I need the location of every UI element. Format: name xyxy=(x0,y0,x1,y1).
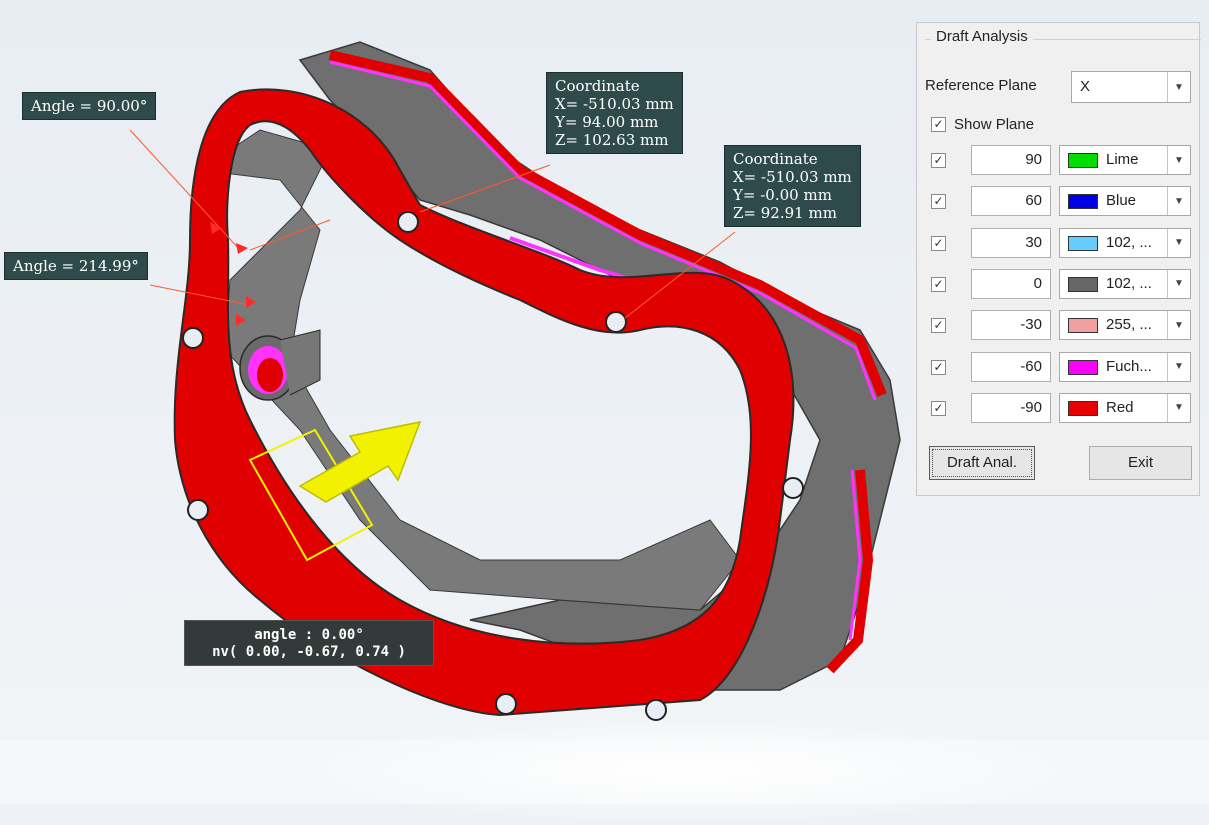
angle-callout-top: Angle = 90.00° xyxy=(22,92,157,120)
color-swatch xyxy=(1068,359,1098,375)
row-checkbox[interactable]: ✓ xyxy=(931,359,946,375)
color-swatch xyxy=(1068,235,1098,251)
angle-callout-left: Angle = 214.99° xyxy=(4,252,148,280)
angle-callout-top-text: Angle = 90.00° xyxy=(31,97,148,115)
coordinate-1-title: Coordinate xyxy=(555,77,640,95)
row-checkbox[interactable]: ✓ xyxy=(931,194,946,210)
angle-info-label: angle : 0.00° nv( 0.00, -0.67, 0.74 ) xyxy=(184,620,434,666)
row-checkbox[interactable]: ✓ xyxy=(931,318,946,334)
chevron-down-icon[interactable]: ▼ xyxy=(1167,311,1190,340)
color-swatch xyxy=(1068,400,1098,416)
draft-angle-input[interactable]: -90 xyxy=(971,392,1051,423)
row-checkbox[interactable]: ✓ xyxy=(931,235,946,251)
angle-info-line2: nv( 0.00, -0.67, 0.74 ) xyxy=(212,644,406,660)
color-select[interactable]: 102, ... ▼ xyxy=(1059,227,1191,258)
draft-angle-input[interactable]: 90 xyxy=(971,145,1051,175)
chevron-down-icon[interactable]: ▼ xyxy=(1167,146,1190,174)
angle-info-line1: angle : 0.00° xyxy=(254,627,364,643)
chevron-down-icon[interactable]: ▼ xyxy=(1167,72,1190,102)
draft-angle-input[interactable]: 60 xyxy=(971,186,1051,217)
color-swatch xyxy=(1068,153,1098,168)
chevron-down-icon[interactable]: ▼ xyxy=(1167,393,1190,422)
reference-plane-label: Reference Plane xyxy=(925,77,1037,94)
angle-callout-left-text: Angle = 214.99° xyxy=(13,257,139,275)
chevron-down-icon[interactable]: ▼ xyxy=(1167,228,1190,257)
color-select[interactable]: Lime ▼ xyxy=(1059,145,1191,175)
show-plane-checkbox[interactable]: ✓ xyxy=(931,117,946,132)
draft-analysis-button[interactable]: Draft Anal. xyxy=(929,446,1035,480)
row-checkbox[interactable]: ✓ xyxy=(931,153,946,168)
row-checkbox[interactable]: ✓ xyxy=(931,276,946,292)
color-swatch xyxy=(1068,194,1098,210)
coordinate-1-x: X= -510.03 mm xyxy=(555,95,674,113)
coordinate-2-y: Y= -0.00 mm xyxy=(733,186,832,204)
chevron-down-icon[interactable]: ▼ xyxy=(1167,352,1190,381)
coordinate-2-title: Coordinate xyxy=(733,150,818,168)
reference-plane-select[interactable]: X ▼ xyxy=(1071,71,1191,103)
color-name: 102, ... xyxy=(1106,274,1152,292)
draft-angle-input[interactable]: 0 xyxy=(971,268,1051,299)
coordinate-callout-1: Coordinate X= -510.03 mm Y= 94.00 mm Z= … xyxy=(546,72,683,154)
row-checkbox[interactable]: ✓ xyxy=(931,400,946,416)
color-select[interactable]: 255, ... ▼ xyxy=(1059,310,1191,341)
coordinate-1-z: Z= 102.63 mm xyxy=(555,131,669,149)
color-swatch xyxy=(1068,318,1098,334)
color-select[interactable]: Blue ▼ xyxy=(1059,186,1191,217)
color-name: 255, ... xyxy=(1106,316,1152,334)
color-select[interactable]: 102, ... ▼ xyxy=(1059,268,1191,299)
color-swatch xyxy=(1068,276,1098,292)
color-name: Blue xyxy=(1106,192,1137,210)
coordinate-callout-2: Coordinate X= -510.03 mm Y= -0.00 mm Z= … xyxy=(724,145,861,227)
coordinate-2-z: Z= 92.91 mm xyxy=(733,204,837,222)
draft-angle-input[interactable]: -30 xyxy=(971,310,1051,341)
coordinate-2-x: X= -510.03 mm xyxy=(733,168,852,186)
reference-plane-value: X xyxy=(1080,78,1091,95)
color-select[interactable]: Fuch... ▼ xyxy=(1059,351,1191,382)
panel-title: Draft Analysis xyxy=(931,28,1033,45)
chevron-down-icon[interactable]: ▼ xyxy=(1167,187,1190,216)
coordinate-1-y: Y= 94.00 mm xyxy=(555,113,659,131)
chevron-down-icon[interactable]: ▼ xyxy=(1167,269,1190,298)
color-name: Fuch... xyxy=(1106,357,1152,375)
show-plane-label: Show Plane xyxy=(954,116,1035,133)
color-name: 102, ... xyxy=(1106,233,1152,251)
color-select[interactable]: Red ▼ xyxy=(1059,392,1191,423)
color-name: Lime xyxy=(1106,151,1139,168)
exit-button[interactable]: Exit xyxy=(1089,446,1192,480)
color-name: Red xyxy=(1106,398,1134,416)
draft-angle-input[interactable]: -60 xyxy=(971,351,1051,382)
draft-angle-input[interactable]: 30 xyxy=(971,227,1051,258)
draft-analysis-panel: Draft Analysis Reference Plane X ▼ ✓ Sho… xyxy=(916,22,1201,496)
